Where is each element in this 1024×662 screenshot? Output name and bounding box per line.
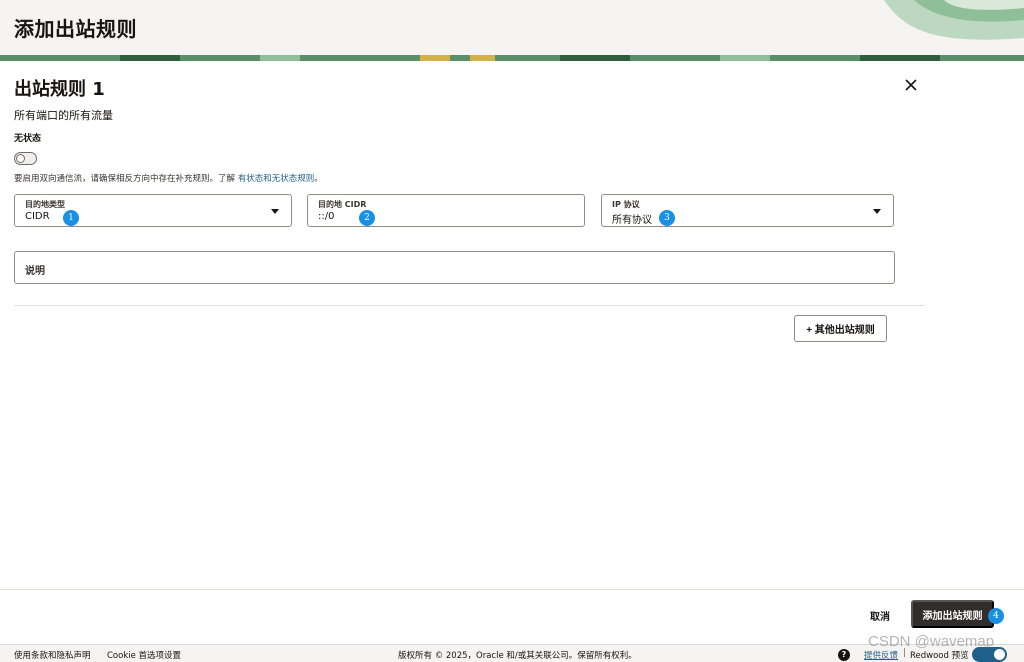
copyright-text: 版权所有 © 2025，Oracle 和/或其关联公司。保留所有权利。: [398, 651, 637, 661]
toggle-knob: [994, 649, 1005, 660]
redwood-preview-label: Redwood 预览: [910, 651, 969, 661]
help-icon[interactable]: ?: [838, 649, 850, 661]
caret-down-icon: [873, 209, 881, 214]
annotation-badge-3: 3: [659, 210, 675, 226]
destination-type-select[interactable]: 目的地类型 CIDR: [14, 194, 292, 227]
cookie-preferences-link[interactable]: Cookie 首选项设置: [107, 649, 181, 661]
footer-divider: [0, 589, 1024, 590]
toggle-knob: [16, 154, 25, 163]
ip-protocol-value: 所有协议: [612, 215, 652, 226]
ip-protocol-select[interactable]: IP 协议 所有协议: [601, 194, 894, 227]
cancel-button[interactable]: 取消: [860, 603, 900, 627]
stateless-label: 无状态: [14, 134, 42, 144]
page-header: 添加出站规则: [0, 0, 1024, 61]
stateful-hint: 要启用双向通信流，请确保相反方向中存在补充规则。了解 有状态和无状态规则。: [14, 172, 323, 184]
hint-text: 要启用双向通信流，请确保相反方向中存在补充规则。了解: [14, 174, 236, 184]
section-divider: [14, 305, 925, 306]
add-another-egress-rule-button[interactable]: + 其他出站规则: [794, 315, 887, 342]
stateful-rules-link[interactable]: 有状态和无状态规则: [238, 174, 315, 184]
rule-title: 出站规则 1: [14, 79, 105, 100]
destination-cidr-value: ::/0: [318, 211, 335, 222]
annotation-badge-2: 2: [359, 210, 375, 226]
destination-cidr-label: 目的地 CIDR: [318, 200, 367, 209]
page-title: 添加出站规则: [14, 17, 137, 41]
destination-cidr-input[interactable]: 目的地 CIDR ::/0: [307, 194, 585, 227]
rule-description: 所有端口的所有流量: [14, 109, 113, 122]
annotation-badge-4: 4: [988, 608, 1004, 624]
stateless-toggle[interactable]: [14, 152, 37, 165]
watermark-text: CSDN @wavemap: [868, 633, 995, 650]
ip-protocol-label: IP 协议: [612, 200, 640, 209]
caret-down-icon: [271, 209, 279, 214]
close-icon[interactable]: [902, 76, 920, 94]
destination-type-label: 目的地类型: [25, 200, 65, 209]
description-input[interactable]: 说明: [14, 251, 895, 284]
description-label: 说明: [25, 266, 45, 277]
annotation-badge-1: 1: [63, 210, 79, 226]
hint-suffix: 。: [314, 174, 323, 184]
add-egress-rules-button[interactable]: 添加出站规则: [911, 600, 994, 628]
header-pattern-band: [0, 55, 1024, 61]
header-decoration: [884, 0, 1024, 40]
destination-type-value: CIDR: [25, 211, 50, 222]
feedback-link[interactable]: 提供反馈: [864, 649, 898, 661]
terms-link[interactable]: 使用条款和隐私声明: [14, 649, 91, 661]
